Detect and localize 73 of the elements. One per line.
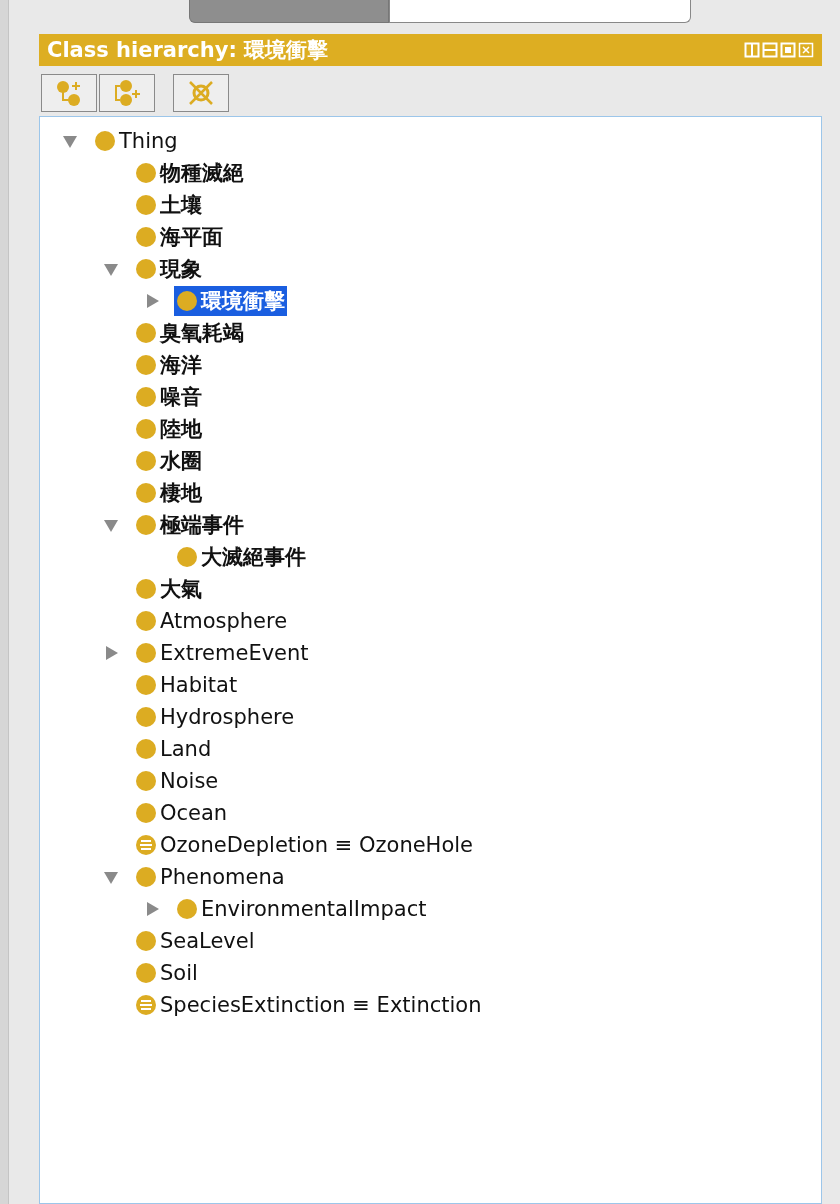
class-icon [135,482,157,504]
tree-item[interactable]: 物種滅絕 [133,158,246,188]
tree-item[interactable]: 大滅絕事件 [174,542,308,572]
add-subclass-button[interactable] [41,74,97,112]
tree-item[interactable]: 現象 [133,254,204,284]
class-icon [135,802,157,824]
class-icon [176,290,198,312]
tree-item[interactable]: EnvironmentalImpact [174,896,429,922]
close-icon[interactable] [798,42,814,58]
class-icon [135,194,157,216]
class-icon [135,322,157,344]
tree-item[interactable]: 陸地 [133,414,204,444]
class-icon [135,738,157,760]
equivalent-class-icon [135,994,157,1016]
tree-item[interactable]: 海平面 [133,222,225,252]
collapse-arrow-icon[interactable] [144,901,160,917]
tree-item[interactable]: 棲地 [133,478,204,508]
class-icon [135,706,157,728]
class-icon [135,258,157,280]
class-icon [135,962,157,984]
tree-item[interactable]: SeaLevel [133,928,257,954]
tree-item[interactable]: Ocean [133,800,230,826]
tree-item[interactable]: ExtremeEvent [133,640,311,666]
collapse-arrow-icon[interactable] [144,293,160,309]
tree-item[interactable]: 水圈 [133,446,204,476]
expand-arrow-icon[interactable] [103,261,119,277]
tree-item[interactable]: OzoneDepletion ≡ OzoneHole [133,832,475,858]
expand-arrow-icon[interactable] [103,517,119,533]
class-icon [135,514,157,536]
class-icon [135,770,157,792]
class-icon [135,354,157,376]
tree-item[interactable]: 海洋 [133,350,204,380]
tree-item[interactable]: Habitat [133,672,240,698]
add-sibling-button[interactable] [99,74,155,112]
panel-title: Class hierarchy: 環境衝擊 [47,37,330,64]
tree-item[interactable]: 臭氧耗竭 [133,318,246,348]
class-icon [135,162,157,184]
class-icon [135,930,157,952]
class-icon [135,578,157,600]
class-icon [135,386,157,408]
class-icon [135,642,157,664]
delete-button[interactable] [173,74,229,112]
class-icon [135,418,157,440]
nodes-plus-icon [112,78,142,108]
class-icon [135,866,157,888]
class-icon [94,130,116,152]
split-vertical-icon[interactable] [744,42,760,58]
tree-item[interactable]: Thing [92,128,180,154]
tree-item[interactable]: 極端事件 [133,510,246,540]
tree-item[interactable]: Soil [133,960,200,986]
split-horizontal-icon[interactable] [762,42,778,58]
class-icon [135,674,157,696]
class-icon [135,610,157,632]
tree-item[interactable]: Land [133,736,214,762]
class-icon [135,226,157,248]
tab[interactable] [389,0,691,23]
expand-arrow-icon[interactable] [62,133,78,149]
class-icon [135,450,157,472]
collapse-arrow-icon[interactable] [103,645,119,661]
tree-item[interactable]: 環境衝擊 [174,286,287,316]
tree-item[interactable]: 噪音 [133,382,204,412]
tree-item[interactable]: 大氣 [133,574,204,604]
tree-item[interactable]: Noise [133,768,221,794]
class-icon [176,898,198,920]
tree-item[interactable]: 土壤 [133,190,204,220]
tree-item[interactable]: Phenomena [133,864,287,890]
tree-item[interactable]: SpeciesExtinction ≡ Extinction [133,992,484,1018]
expand-arrow-icon[interactable] [103,869,119,885]
maximize-icon[interactable] [780,42,796,58]
tree-item[interactable]: Hydrosphere [133,704,297,730]
tree-item[interactable]: Atmosphere [133,608,290,634]
class-icon [176,546,198,568]
equivalent-class-icon [135,834,157,856]
